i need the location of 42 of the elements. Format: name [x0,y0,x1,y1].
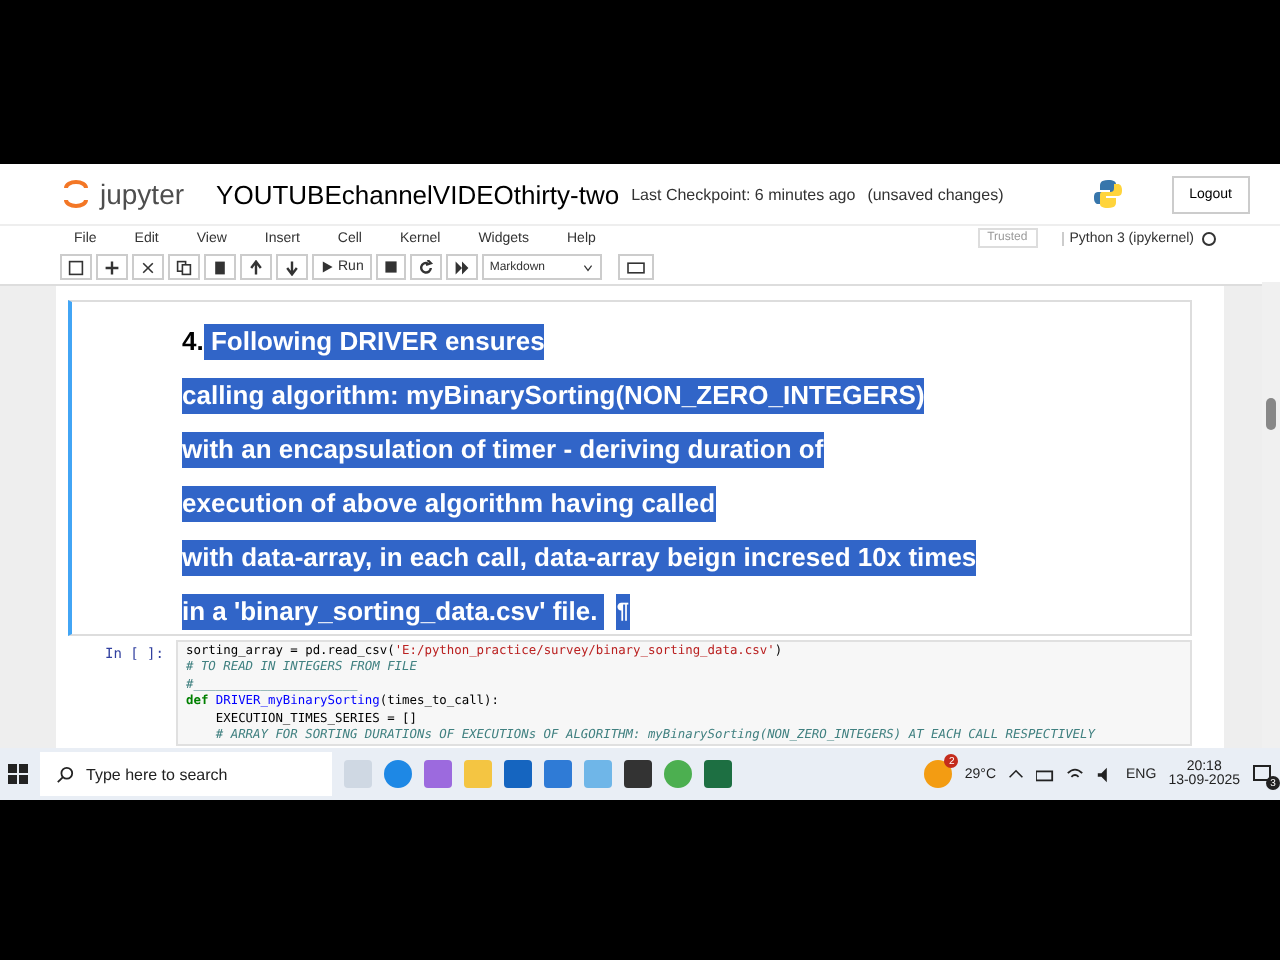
fast-forward-icon [453,259,470,275]
add-cell-button[interactable] [96,254,128,280]
save-button[interactable] [60,254,92,280]
restart-button[interactable] [409,254,442,280]
play-icon [320,260,334,274]
move-up-button[interactable] [240,254,272,280]
markdown-line: 4. Following DRIVER ensures [182,324,547,360]
scroll-thumb[interactable] [1266,398,1276,430]
jupyter-logo-icon [64,178,88,210]
copy-icon [176,259,192,275]
keyboard-icon [625,259,646,275]
checkpoint-text: Last Checkpoint: 6 minutes ago [631,185,856,203]
save-status: (unsaved changes) [867,185,1004,203]
move-down-button[interactable] [276,254,308,280]
markdown-cell[interactable] [68,300,1192,636]
taskbar-search-field[interactable]: Type here to search [40,752,332,796]
arrow-down-icon [284,259,300,275]
chevron-down-icon [581,261,594,273]
kernel-idle-icon [1202,231,1216,245]
python-logo-icon [1091,178,1124,210]
stop-icon [383,260,398,274]
stop-button[interactable] [375,254,406,280]
run-all-button[interactable] [445,254,478,280]
search-icon [56,765,74,783]
cut-button[interactable] [132,254,164,280]
battery-icon [1036,765,1055,783]
jupyter-logo-text: jupyter [100,178,185,210]
notebook-title[interactable]: YOUTUBEchannelVIDEOthirty-two [216,179,620,209]
save-icon [68,259,84,275]
paste-button[interactable] [204,254,236,280]
keyboard-button[interactable] [617,254,654,280]
arrow-up-icon [248,259,264,275]
wifi-icon [1066,765,1085,783]
chevron-up-icon [1008,766,1025,782]
scissors-icon [140,259,156,275]
code-cell[interactable] [176,640,1192,747]
restart-icon [417,259,434,275]
copy-button[interactable] [168,254,200,280]
windows-start-icon [8,764,28,784]
plus-icon [104,259,120,275]
markdown-line: in a 'binary_sorting_data.csv' file. ¶ [182,594,631,630]
notification-icon [1252,764,1272,784]
